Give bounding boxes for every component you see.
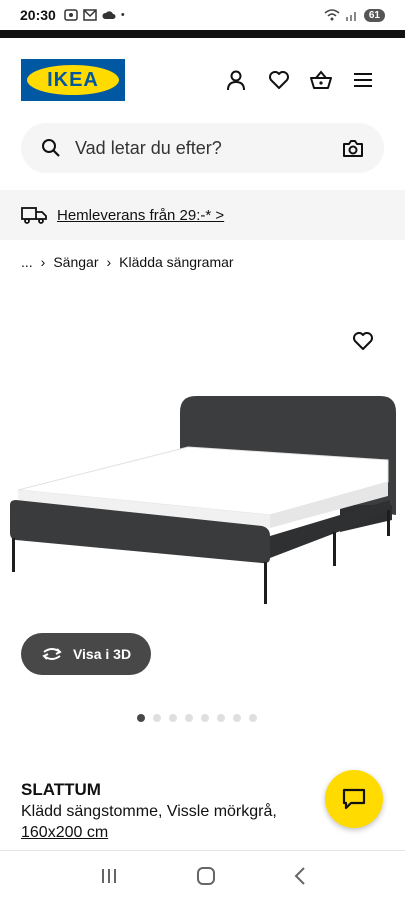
notification-icons: • [64, 9, 125, 21]
product-size-link[interactable]: 160x200 cm [21, 824, 108, 841]
search-input[interactable]: Vad letar du efter? [75, 138, 342, 159]
menu-icon[interactable] [351, 68, 375, 92]
mail-icon [83, 9, 97, 21]
favorite-heart-icon[interactable] [350, 328, 376, 354]
breadcrumb-sangar[interactable]: Sängar [53, 254, 98, 270]
product-image[interactable] [0, 300, 405, 620]
breadcrumb-kladda-sangramar[interactable]: Klädda sängramar [119, 254, 233, 270]
carousel-dot[interactable] [217, 714, 225, 722]
chat-button[interactable] [325, 770, 383, 828]
top-strip [0, 30, 405, 38]
ikea-logo[interactable]: IKEA [21, 59, 125, 101]
camera-icon [343, 140, 363, 157]
wifi-icon [324, 9, 340, 21]
user-icon[interactable] [224, 68, 248, 92]
view-3d-label: Visa i 3D [72, 646, 132, 662]
basket-icon[interactable] [309, 68, 333, 92]
breadcrumb-separator: › [40, 254, 46, 270]
product-name: SLATTUM [21, 780, 101, 799]
search-icon [42, 139, 60, 157]
breadcrumb: ... › Sängar › Klädda sängramar [21, 254, 234, 270]
site-header: IKEA [0, 38, 405, 118]
system-nav-bar [0, 850, 405, 900]
cloud-icon [102, 11, 116, 19]
carousel-dot[interactable] [137, 714, 145, 722]
screenshot-icon [64, 9, 78, 21]
product-description: Klädd sängstomme, Vissle mörkgrå, 160x20… [21, 801, 341, 843]
delivery-banner[interactable]: Hemleverans från 29:-* > [0, 190, 405, 240]
breadcrumb-separator: › [106, 254, 112, 270]
carousel-dot[interactable] [185, 714, 193, 722]
search-bar[interactable]: Vad letar du efter? [21, 123, 384, 173]
product-description-text: Klädd sängstomme, Vissle mörkgrå, [21, 803, 277, 820]
back-icon[interactable] [293, 866, 307, 886]
carousel-dot[interactable] [201, 714, 209, 722]
carousel-dot[interactable] [169, 714, 177, 722]
truck-icon [21, 207, 47, 224]
status-time: 20:30 [20, 7, 56, 23]
delivery-link[interactable]: Hemleverans från 29:-* > [57, 207, 224, 224]
breadcrumb-ellipsis[interactable]: ... [21, 254, 33, 270]
view-3d-button[interactable]: Visa i 3D [21, 633, 151, 675]
carousel-dot[interactable] [153, 714, 161, 722]
carousel-dot[interactable] [233, 714, 241, 722]
system-icons: 61 [324, 8, 385, 22]
chat-icon [342, 788, 366, 810]
battery-indicator: 61 [363, 8, 385, 22]
home-icon[interactable] [196, 866, 216, 886]
logo-oval: IKEA [27, 65, 119, 95]
rotate-icon [42, 648, 62, 660]
recent-apps-icon[interactable] [99, 867, 119, 885]
signal-icon [345, 12, 356, 21]
status-bar: 20:30 • 61 [0, 0, 405, 30]
carousel-dots [137, 714, 257, 722]
logo-text: IKEA [47, 68, 99, 91]
carousel-dot[interactable] [249, 714, 257, 722]
more-dot-icon: • [120, 9, 125, 21]
heart-icon[interactable] [267, 68, 291, 92]
